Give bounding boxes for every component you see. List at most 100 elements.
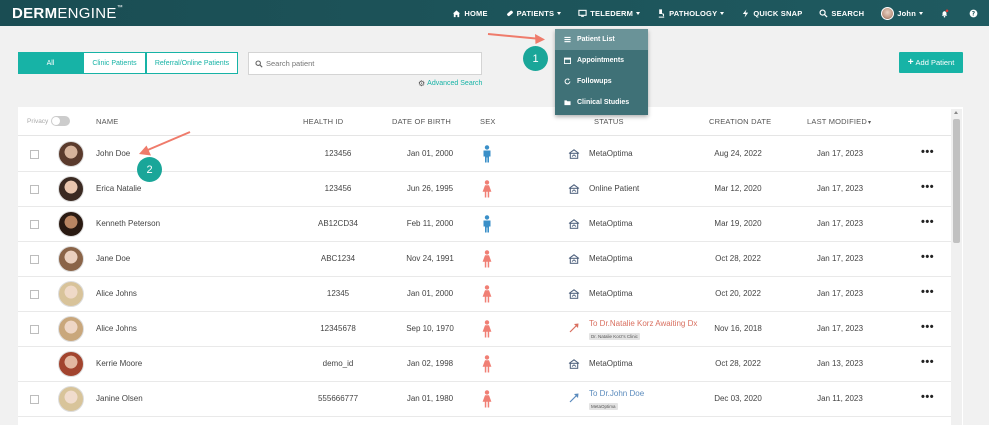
nav-teleDerm[interactable]: TELEDERM xyxy=(578,0,641,26)
col-header-sex[interactable]: SEX xyxy=(480,117,496,126)
nav-pathology[interactable]: PATHOLOGY xyxy=(657,0,725,26)
avatar[interactable] xyxy=(58,316,84,342)
row-checkbox[interactable] xyxy=(30,185,39,194)
patient-name[interactable]: John Doe xyxy=(96,149,130,158)
nav-notifications[interactable] xyxy=(940,0,952,26)
app-logo[interactable]: DERMENGINE™ xyxy=(12,5,123,22)
scroll-thumb[interactable] xyxy=(953,119,960,243)
creation-date: Oct 28, 2022 xyxy=(715,359,761,368)
nav-home[interactable]: HOME xyxy=(452,0,487,26)
advanced-search-link[interactable]: ⚙ Advanced Search xyxy=(418,79,482,88)
avatar[interactable] xyxy=(58,176,84,202)
patient-name[interactable]: Jane Doe xyxy=(96,254,130,263)
patient-status: MetaOptima xyxy=(589,149,633,158)
row-checkbox[interactable] xyxy=(30,255,39,264)
patient-status: MetaOptima xyxy=(589,359,633,368)
health-id: 12345678 xyxy=(320,324,356,333)
avatar[interactable] xyxy=(58,386,84,412)
col-header-dob[interactable]: DATE OF BIRTH xyxy=(392,117,451,126)
patient-name[interactable]: Alice Johns xyxy=(96,289,137,298)
menu-item-clinical-studies[interactable]: Clinical Studies xyxy=(555,92,648,113)
more-options-icon[interactable]: ••• xyxy=(921,181,934,193)
more-options-icon[interactable]: ••• xyxy=(921,146,934,158)
patient-name[interactable]: Janine Olsen xyxy=(96,394,143,403)
patient-status[interactable]: To Dr.Natalie Korz Awaiting Dx xyxy=(589,319,697,328)
col-header-creation-date[interactable]: CREATION DATE xyxy=(709,117,771,126)
table-row[interactable]: Kerrie Moore demo_id Jan 02, 1998 MetaOp… xyxy=(18,347,951,382)
last-modified: Jan 17, 2023 xyxy=(816,289,864,298)
table-row[interactable]: Jane Doe ABC1234 Nov 24, 1991 MetaOptima… xyxy=(18,242,951,277)
tab-referral-online-patients[interactable]: Referral/Online Patients xyxy=(146,52,238,74)
tab-all[interactable]: All xyxy=(18,52,83,74)
creation-date: Mar 12, 2020 xyxy=(714,184,762,193)
avatar[interactable] xyxy=(58,351,84,377)
tab-clinic-patients[interactable]: Clinic Patients xyxy=(83,52,146,74)
patient-name[interactable]: Kenneth Peterson xyxy=(96,219,160,228)
more-options-icon[interactable]: ••• xyxy=(921,356,934,368)
main-nav: HOME PATIENTS TELEDERM PATHOLOGY QUICK S… xyxy=(452,0,989,26)
logo-bold-text: DERM xyxy=(12,5,58,22)
female-icon xyxy=(481,250,493,268)
patient-name[interactable]: Kerrie Moore xyxy=(96,359,142,368)
patient-name[interactable]: Erica Natalie xyxy=(96,184,141,193)
scroll-up-icon xyxy=(954,111,958,114)
more-options-icon[interactable]: ••• xyxy=(921,321,934,333)
table-row[interactable]: Alice Johns 12345 Jan 01, 2000 MetaOptim… xyxy=(18,277,951,312)
nav-patients-label: PATIENTS xyxy=(516,8,555,18)
date-of-birth: Nov 24, 1991 xyxy=(406,254,454,263)
more-options-icon[interactable]: ••• xyxy=(921,391,934,403)
female-icon xyxy=(481,355,493,373)
last-modified: Jan 17, 2023 xyxy=(816,324,864,333)
patient-status: MetaOptima xyxy=(589,219,633,228)
creation-date: Dec 03, 2020 xyxy=(714,394,762,403)
col-header-last-modified[interactable]: LAST MODIFIED▾ xyxy=(807,117,871,126)
nav-quickSnap[interactable]: QUICK SNAP xyxy=(741,0,802,26)
nav-search[interactable]: SEARCH xyxy=(819,0,864,26)
patient-status: Online Patient xyxy=(589,184,640,193)
row-checkbox[interactable] xyxy=(30,150,39,159)
col-header-health-id[interactable]: HEALTH ID xyxy=(303,117,343,126)
table-row[interactable]: Alice Johns 12345678 Sep 10, 1970 To Dr.… xyxy=(18,312,951,347)
nav-teleDerm-label: TELEDERM xyxy=(590,8,634,18)
table-scrollbar[interactable] xyxy=(951,109,962,425)
row-checkbox[interactable] xyxy=(30,325,39,334)
table-row[interactable]: Janine Olsen 555666777 Jan 01, 1980 To D… xyxy=(18,382,951,417)
avatar[interactable] xyxy=(58,211,84,237)
menu-item-appointments-label: Appointments xyxy=(577,57,625,64)
patient-name[interactable]: Alice Johns xyxy=(96,324,137,333)
avatar[interactable] xyxy=(58,281,84,307)
female-icon xyxy=(481,285,493,303)
folder-icon xyxy=(564,100,571,106)
nav-home-label: HOME xyxy=(464,8,488,18)
row-checkbox[interactable] xyxy=(30,395,39,404)
more-options-icon[interactable]: ••• xyxy=(921,286,934,298)
nav-search-label: SEARCH xyxy=(831,8,865,18)
privacy-toggle[interactable] xyxy=(51,116,71,126)
menu-item-appointments[interactable]: Appointments xyxy=(555,50,648,71)
female-icon xyxy=(481,390,493,408)
patient-status[interactable]: To Dr.John Doe xyxy=(589,389,644,398)
col-header-name[interactable]: NAME xyxy=(96,117,118,126)
nav-help[interactable]: ? xyxy=(969,0,981,26)
bandage-icon xyxy=(506,10,513,16)
col-header-status[interactable]: STATUS xyxy=(594,117,624,126)
avatar[interactable] xyxy=(58,141,84,167)
row-checkbox[interactable] xyxy=(30,220,39,229)
row-checkbox[interactable] xyxy=(30,290,39,299)
more-options-icon[interactable]: ••• xyxy=(921,216,934,228)
male-icon xyxy=(481,215,493,233)
date-of-birth: Jan 01, 2000 xyxy=(406,149,454,158)
clinic-house-icon xyxy=(568,359,580,369)
avatar[interactable] xyxy=(58,246,84,272)
menu-item-followups[interactable]: Followups xyxy=(555,71,648,92)
table-row[interactable]: Kenneth Peterson AB12CD34 Feb 11, 2000 M… xyxy=(18,207,951,242)
microscope-icon xyxy=(658,8,665,18)
nav-user-menu[interactable]: John xyxy=(881,0,923,26)
date-of-birth: Jun 26, 1995 xyxy=(406,184,454,193)
menu-item-patient-list[interactable]: Patient List xyxy=(555,29,648,50)
add-patient-button[interactable]: + Add Patient xyxy=(899,52,963,73)
search-patient-input[interactable] xyxy=(266,59,466,68)
more-options-icon[interactable]: ••• xyxy=(921,251,934,263)
sort-caret-icon: ▾ xyxy=(867,120,872,126)
nav-patients[interactable]: PATIENTS xyxy=(505,0,562,26)
